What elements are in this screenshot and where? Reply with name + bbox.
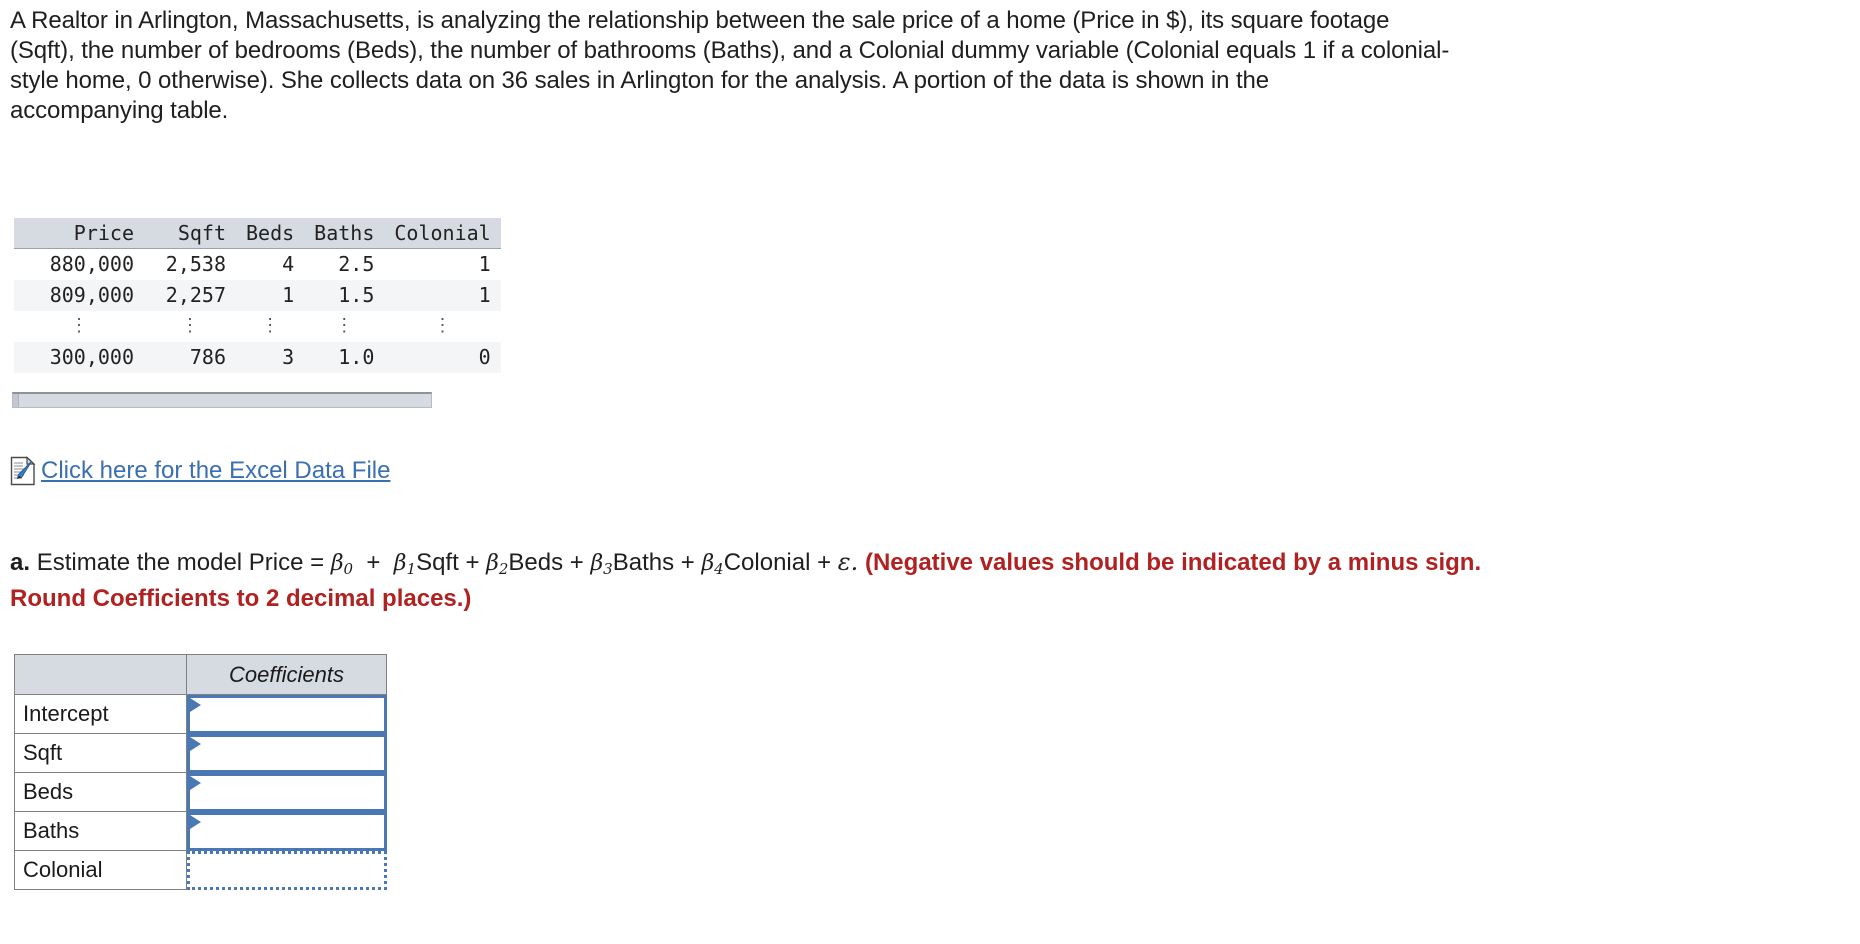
table-row-ellipsis: ⋮ ⋮ ⋮ ⋮ ⋮ bbox=[14, 311, 501, 342]
coefficients-row-colonial: Colonial bbox=[14, 850, 387, 890]
table-row: 300,000 786 3 1.0 0 bbox=[14, 342, 501, 373]
row-value-cell-sqft[interactable] bbox=[186, 733, 387, 773]
coefficients-header-blank bbox=[14, 654, 187, 695]
table-row: 809,000 2,257 1 1.5 1 bbox=[14, 280, 501, 311]
row-value-cell-baths[interactable] bbox=[186, 811, 387, 851]
plus-5: + bbox=[817, 549, 832, 576]
excel-document-icon bbox=[10, 456, 36, 486]
row-label-baths: Baths bbox=[14, 811, 187, 851]
cell-colonial: 0 bbox=[478, 345, 491, 369]
cell-price: 880,000 bbox=[49, 252, 134, 276]
cell-colonial: 1 bbox=[478, 252, 491, 276]
coefficients-row-baths: Baths bbox=[14, 811, 387, 851]
coefficients-table-body: Intercept Sqft Beds Baths Colonial bbox=[14, 694, 387, 890]
sample-data-table-head: Price Sqft Beds Baths Colonial bbox=[14, 218, 501, 249]
table-header-row: Price Sqft Beds Baths Colonial bbox=[14, 218, 501, 249]
excel-data-file-row[interactable]: Click here for the Excel Data File bbox=[10, 456, 390, 486]
cell-ellipsis-colonial: ⋮ bbox=[433, 315, 452, 336]
cell-baths: 2.5 bbox=[338, 252, 375, 276]
cell-colonial: 1 bbox=[478, 283, 491, 307]
problem-statement: A Realtor in Arlington, Massachusetts, i… bbox=[10, 7, 1450, 124]
beta-0: β0 bbox=[330, 551, 354, 578]
sample-data-table: Price Sqft Beds Baths Colonial 880,000 2… bbox=[14, 218, 501, 373]
row-label-intercept: Intercept bbox=[14, 694, 187, 734]
coefficients-row-beds: Beds bbox=[14, 772, 387, 812]
excel-data-file-link[interactable]: Click here for the Excel Data File bbox=[41, 456, 390, 486]
plus-2: + bbox=[465, 549, 480, 576]
coefficients-header-row: Coefficients bbox=[14, 654, 387, 695]
plus-1: + bbox=[359, 549, 388, 576]
column-header-colonial: Colonial bbox=[384, 218, 501, 249]
column-header-beds: Beds bbox=[236, 218, 305, 249]
beta-2: β2 bbox=[486, 551, 509, 578]
plus-4: + bbox=[680, 549, 695, 576]
cell-baths: 1.0 bbox=[338, 345, 375, 369]
table-row: 880,000 2,538 4 2.5 1 bbox=[14, 249, 501, 281]
coefficients-answer-table: Coefficients Intercept Sqft Beds Baths C… bbox=[14, 654, 387, 890]
sample-data-table-wrapper: Price Sqft Beds Baths Colonial 880,000 2… bbox=[14, 218, 501, 373]
cell-beds: 4 bbox=[282, 252, 295, 276]
beta-4: β4 bbox=[701, 551, 724, 578]
coefficient-input-baths[interactable] bbox=[187, 812, 387, 851]
cell-price: 809,000 bbox=[49, 283, 134, 307]
coefficient-input-intercept[interactable] bbox=[187, 695, 387, 734]
coefficient-input-beds[interactable] bbox=[187, 773, 387, 812]
cell-sqft: 2,257 bbox=[165, 283, 226, 307]
cell-sqft: 2,538 bbox=[165, 252, 226, 276]
data-table-horizontal-scrollbar[interactable] bbox=[12, 392, 432, 408]
error-term: ε. bbox=[837, 548, 859, 576]
instruction-line-2: Round Coefficients to 2 decimal places.) bbox=[10, 585, 472, 612]
coefficients-header-label: Coefficients bbox=[186, 654, 387, 695]
cell-sqft: 786 bbox=[189, 345, 226, 369]
sample-data-table-body: 880,000 2,538 4 2.5 1 809,000 2,257 1 1.… bbox=[14, 249, 501, 373]
term-var-beds: Beds bbox=[508, 549, 564, 576]
cell-ellipsis-price: ⋮ bbox=[70, 315, 88, 336]
row-value-cell-intercept[interactable] bbox=[186, 694, 387, 734]
cell-price: 300,000 bbox=[49, 345, 134, 369]
coefficients-row-intercept: Intercept bbox=[14, 694, 387, 734]
term-var-baths: Baths bbox=[612, 549, 675, 576]
row-label-colonial: Colonial bbox=[14, 850, 187, 890]
row-value-cell-colonial[interactable] bbox=[186, 850, 387, 890]
instruction-line-1: (Negative values should be indicated by … bbox=[864, 549, 1482, 576]
coefficient-input-colonial[interactable] bbox=[187, 851, 387, 890]
scrollbar-thumb[interactable] bbox=[13, 394, 19, 407]
term-var-sqft: Sqft bbox=[416, 549, 459, 576]
column-header-baths: Baths bbox=[304, 218, 385, 249]
cell-baths: 1.5 bbox=[338, 283, 375, 307]
part-a-marker: a. bbox=[10, 549, 31, 576]
cell-beds: 3 bbox=[282, 345, 295, 369]
plus-3: + bbox=[569, 549, 584, 576]
beta-1: β1 bbox=[393, 551, 417, 578]
coefficients-table-head: Coefficients bbox=[14, 654, 387, 695]
cell-beds: 1 bbox=[282, 283, 295, 307]
term-var-colonial: Colonial bbox=[723, 549, 811, 576]
row-value-cell-beds[interactable] bbox=[186, 772, 387, 812]
beta-3: β3 bbox=[590, 551, 613, 578]
coefficient-input-sqft[interactable] bbox=[187, 734, 387, 773]
row-label-sqft: Sqft bbox=[14, 733, 187, 773]
cell-ellipsis-beds: ⋮ bbox=[261, 315, 280, 336]
part-a-prompt-text: Estimate the model Price = bbox=[36, 549, 325, 576]
column-header-sqft: Sqft bbox=[144, 218, 236, 249]
part-a-prompt: a. Estimate the model Price = β0 + β1Sqf… bbox=[10, 546, 1860, 615]
column-header-price: Price bbox=[14, 218, 144, 249]
cell-ellipsis-baths: ⋮ bbox=[335, 315, 354, 336]
row-label-beds: Beds bbox=[14, 772, 187, 812]
coefficients-row-sqft: Sqft bbox=[14, 733, 387, 773]
cell-ellipsis-sqft: ⋮ bbox=[181, 315, 199, 336]
